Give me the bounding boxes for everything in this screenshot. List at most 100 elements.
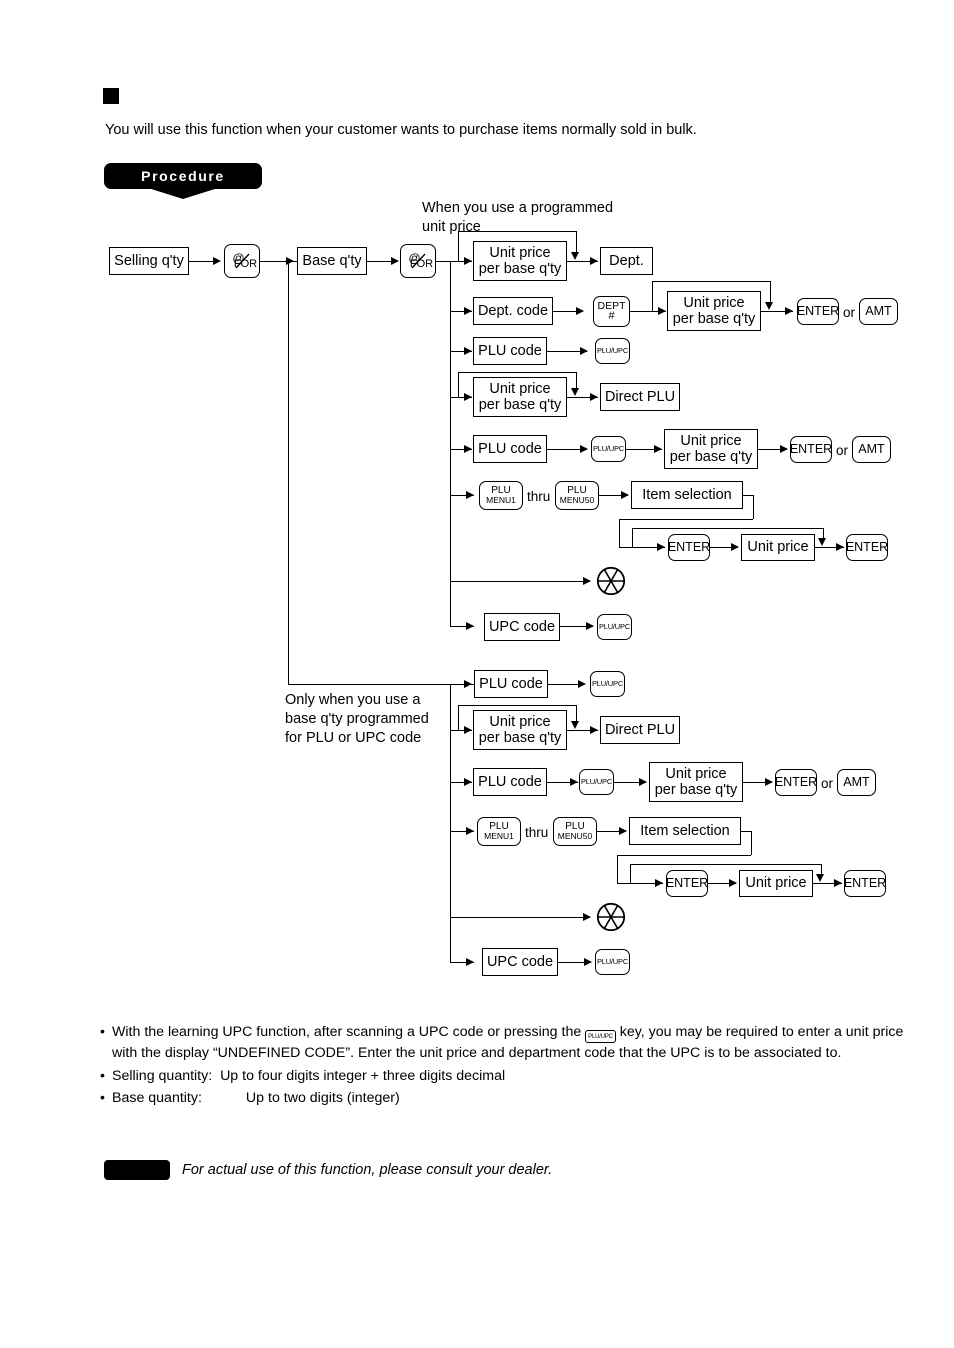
bypass-line [458, 705, 459, 730]
arrowhead [834, 878, 842, 887]
arrowhead [580, 444, 588, 453]
node-plu-code-1: PLU code [473, 337, 547, 365]
connector [450, 581, 590, 582]
connector [450, 917, 590, 918]
bypass-line [458, 372, 459, 397]
note-item-selling-quantity: • Selling quantity: Up to four digits in… [100, 1066, 906, 1087]
intro-paragraph: You will use this function when your cus… [105, 122, 697, 138]
arrowhead [590, 256, 598, 265]
bypass-line [576, 705, 577, 721]
bypass-line [458, 705, 576, 706]
note-bullet: • [100, 1024, 105, 1040]
connector [619, 519, 753, 520]
annotation-programmed-unit-price: When you use a programmed unit price [422, 200, 614, 235]
node-dept-code: Dept. code [473, 297, 553, 325]
bypass-line [630, 864, 631, 883]
key-at-for-1: @ FOR [224, 244, 260, 278]
key-dept-number: DEPT # [593, 296, 630, 327]
inline-key-plu-upc: PLU/UPC [585, 1030, 616, 1043]
node-item-selection-1: Item selection [631, 481, 743, 509]
bypass-line [823, 528, 824, 538]
node-upc-code-2: UPC code [482, 948, 558, 976]
node-plu-code-2: PLU code [473, 435, 547, 463]
node-plu-code-3: PLU code [474, 670, 548, 698]
section-square-bullet [103, 88, 119, 104]
key-amt-3: AMT [837, 769, 876, 796]
key-at-for-2: @ FOR [400, 244, 436, 278]
bypass-line [821, 864, 822, 874]
arrowhead [466, 826, 474, 835]
key-plu-upc-4: PLU/UPC [590, 671, 625, 697]
arrowhead [391, 256, 399, 265]
note-upc-pre: With the learning UPC function, after sc… [112, 1024, 586, 1040]
node-unit-price-per-base-qty-3: Unit price per base q'ty [473, 377, 567, 417]
arrowhead [466, 621, 474, 630]
slash-glyph [411, 253, 426, 269]
note-value-base-quantity: Up to two digits (integer) [245, 1090, 400, 1107]
key-plu-menu50-b: PLU MENU50 [553, 817, 597, 846]
node-plu-code-4: PLU code [473, 768, 547, 796]
arrowhead [466, 957, 474, 966]
connector [288, 684, 450, 685]
slash-glyph [235, 253, 250, 269]
arrowhead [580, 346, 588, 355]
arrowhead [464, 725, 472, 734]
key-enter-5: ENTER [775, 769, 817, 796]
label-or-1: or [843, 305, 856, 320]
arrowhead [765, 302, 774, 310]
annotation-base-qty-note: Only when you use a base q'ty programmed… [285, 692, 429, 746]
node-unit-price-per-base-qty-5: Unit price per base q'ty [473, 710, 567, 750]
note-value-selling-quantity: Up to four digits integer + three digits… [220, 1067, 506, 1084]
arrowhead [464, 306, 472, 315]
arrowhead [621, 490, 629, 499]
arrowhead [785, 306, 793, 315]
connector [743, 495, 753, 496]
key-enter-6: ENTER [666, 870, 708, 897]
arrowhead [464, 444, 472, 453]
bypass-line [632, 528, 633, 547]
key-plu-menu1-b: PLU MENU1 [477, 817, 521, 846]
arrowhead [586, 621, 594, 630]
arrowhead [571, 721, 580, 729]
label-thru-2: thru [525, 825, 549, 840]
arrowhead [590, 392, 598, 401]
arrowhead [780, 444, 788, 453]
scanner-wheel-icon [596, 566, 626, 596]
arrowhead [464, 392, 472, 401]
connector [617, 855, 751, 856]
note-bullet: • [100, 1067, 105, 1084]
procedure-banner: Procedure [104, 163, 262, 199]
procedure-banner-label: Procedure [141, 168, 225, 184]
connector [436, 261, 450, 262]
key-enter-7: ENTER [844, 870, 886, 897]
key-amt-1: AMT [859, 298, 898, 325]
arrowhead [765, 777, 773, 786]
key-plu-upc-6: PLU/UPC [595, 949, 630, 975]
note-text-base-quantity: Base quantity: Up to two digits (integer) [112, 1088, 906, 1109]
dealer-note-redaction-block [104, 1160, 170, 1180]
arrowhead [466, 490, 474, 499]
bypass-line [630, 864, 821, 865]
arrowhead [464, 679, 472, 688]
note-bullet: • [100, 1090, 105, 1107]
arrowhead [654, 444, 662, 453]
note-item-upc: • With the learning UPC function, after … [100, 1022, 906, 1064]
key-plu-upc-5: PLU/UPC [579, 769, 614, 795]
node-base-qty: Base q'ty [297, 247, 367, 275]
arrowhead [816, 874, 825, 882]
node-unit-price-1: Unit price [741, 534, 815, 561]
node-unit-price-2: Unit price [739, 870, 813, 897]
notes-list: • With the learning UPC function, after … [100, 1022, 906, 1111]
label-or-2: or [836, 443, 849, 458]
key-enter-4: ENTER [846, 534, 888, 561]
connector [619, 519, 620, 547]
node-direct-plu-1: Direct PLU [600, 383, 680, 411]
connector [741, 831, 751, 832]
arrowhead [584, 957, 592, 966]
arrowhead [655, 878, 663, 887]
arrowhead [578, 679, 586, 688]
arrowhead [583, 576, 591, 585]
trunk-lower-vertical [288, 261, 289, 684]
note-label-selling-quantity: Selling quantity: [112, 1067, 213, 1084]
arrowhead [571, 252, 580, 260]
